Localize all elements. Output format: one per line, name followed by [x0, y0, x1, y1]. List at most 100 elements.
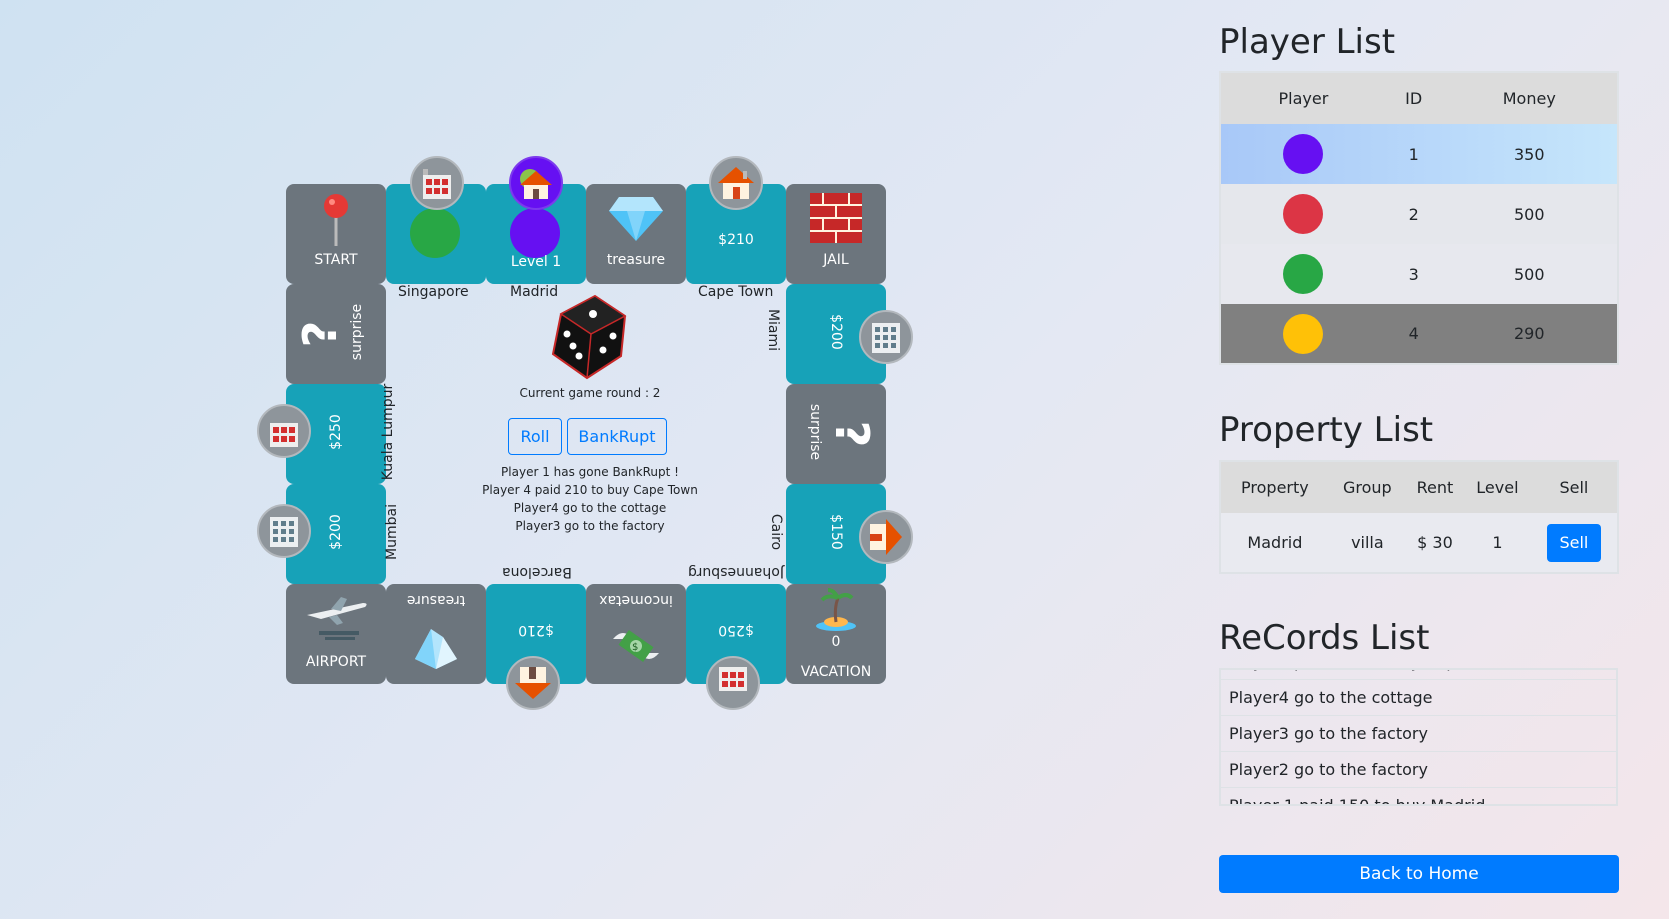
list-item: Player4 paid 210 to buy Cape Town: [1221, 670, 1616, 680]
property-name: Madrid: [1247, 533, 1303, 552]
tile-surprise-right[interactable]: surprise ?: [786, 384, 886, 484]
tile-kl-price: $250: [328, 414, 344, 450]
cottage-icon: [859, 510, 913, 564]
tile-madrid-level: Level 1: [510, 254, 562, 270]
tile-mumbai-price: $200: [328, 514, 344, 550]
tile-surprise-right-label: surprise: [807, 403, 823, 461]
player-id: 2: [1408, 204, 1419, 224]
tile-kuala-lumpur-name: Kuala Lumpur: [380, 383, 397, 481]
table-row: Madrid villa $ 30 1 Sell: [1220, 513, 1618, 573]
player-money: 500: [1513, 204, 1545, 224]
tile-treasure-top[interactable]: treasure: [586, 184, 686, 284]
col-header-id: ID: [1385, 72, 1442, 124]
table-row: 3 500: [1220, 244, 1618, 304]
roll-button[interactable]: Roll: [508, 418, 562, 455]
player-id: 4: [1408, 324, 1419, 343]
player-color-dot: [1283, 313, 1324, 354]
player-color-dot: [1283, 134, 1324, 174]
tile-barcelona-name: Barcelona: [502, 564, 572, 580]
tile-johannesburg-name: Johannesburg: [688, 564, 784, 580]
factory-icon: [257, 404, 311, 458]
cottage-icon: [709, 156, 763, 210]
tile-incometax[interactable]: incometax $: [586, 584, 686, 684]
table-row: 1 350: [1220, 124, 1618, 184]
property-list-title: Property List: [1219, 410, 1434, 450]
col-header-money: Money: [1441, 72, 1618, 124]
tile-mumbai-name: Mumbai: [383, 504, 400, 560]
iceberg-icon: [406, 620, 466, 672]
question-icon: ?: [825, 420, 879, 448]
tile-jail[interactable]: JAIL: [786, 184, 886, 284]
tile-treasure-bottom-label: treasure: [406, 592, 466, 608]
dice-icon[interactable]: [547, 290, 629, 384]
tile-treasure-bottom[interactable]: treasure: [386, 584, 486, 684]
table-row: 4 290: [1220, 304, 1618, 364]
tile-start-label: START: [314, 252, 358, 268]
tile-start[interactable]: START: [286, 184, 386, 284]
tile-cairo-name: Cairo: [768, 513, 785, 551]
table-row: 2 500: [1220, 184, 1618, 244]
col-header-group: Group: [1328, 461, 1406, 513]
tile-jail-label: JAIL: [823, 252, 849, 268]
game-round-label: Current game round : 2: [519, 386, 661, 400]
col-header-player: Player: [1220, 72, 1386, 124]
tile-surprise-left[interactable]: ? surprise: [286, 284, 386, 384]
villa-icon: [506, 656, 560, 710]
svg-text:$: $: [632, 642, 638, 653]
island-icon: [814, 588, 858, 632]
col-header-level: Level: [1463, 461, 1531, 513]
property-group: villa: [1351, 533, 1384, 552]
tile-miami-price: $200: [828, 314, 844, 350]
player-color-dot: [1283, 194, 1324, 234]
tile-vacation[interactable]: 0 VACATION: [786, 584, 886, 684]
list-item: Player2 go to the factory: [1221, 752, 1616, 788]
property-rent: $ 30: [1417, 533, 1453, 552]
tile-barcelona-price: $210: [518, 622, 554, 638]
tile-incometax-label: incometax: [599, 592, 673, 608]
player-money: 290: [1513, 324, 1545, 343]
records-list-title: ReCords List: [1219, 618, 1430, 658]
question-icon: ?: [293, 320, 347, 348]
col-header-rent: Rent: [1405, 461, 1464, 513]
player-1-token: [510, 208, 560, 258]
col-header-property: Property: [1220, 461, 1329, 513]
factory-icon: [410, 156, 464, 210]
tile-cape-price: $210: [718, 232, 754, 248]
tile-treasure-label: treasure: [606, 252, 666, 268]
list-item: Player3 go to the factory: [1221, 716, 1616, 752]
log-line: Player 1 has gone BankRupt !: [501, 465, 679, 479]
player-color-dot: [1283, 254, 1324, 294]
records-list[interactable]: Player4 paid 210 to buy Cape Town Player…: [1219, 668, 1618, 806]
property-table: Property Group Rent Level Sell Madrid vi…: [1219, 460, 1619, 574]
office-building-icon: [859, 310, 913, 364]
log-line: Player3 go to the factory: [515, 519, 665, 533]
sell-button[interactable]: Sell: [1546, 523, 1601, 562]
tile-miami-name: Miami: [765, 308, 782, 352]
tile-airport-label: AIRPORT: [305, 654, 367, 670]
tile-cairo-price: $150: [828, 514, 844, 550]
tile-cape-town-name: Cape Town: [698, 284, 774, 300]
list-item: Player 1 paid 150 to buy Madrid: [1221, 788, 1616, 804]
villa-icon: [509, 156, 563, 210]
tile-johannesburg-price: $250: [718, 622, 754, 638]
airplane-icon: [300, 592, 372, 644]
factory-icon: [706, 656, 760, 710]
player-money: 350: [1513, 144, 1545, 164]
player-id: 1: [1408, 144, 1419, 164]
property-level: 1: [1492, 533, 1503, 552]
player-table: Player ID Money 1 350 2 500 3 500 4 290: [1219, 71, 1619, 365]
tile-singapore-name: Singapore: [398, 284, 469, 300]
map-pin-icon: [319, 192, 353, 248]
tile-airport[interactable]: AIRPORT: [286, 584, 386, 684]
office-building-icon: [257, 504, 311, 558]
tile-vacation-value: 0: [831, 634, 841, 650]
log-line: Player 4 paid 210 to buy Cape Town: [482, 483, 698, 497]
bankrupt-button[interactable]: BankRupt: [567, 418, 667, 455]
back-to-home-button[interactable]: Back to Home: [1219, 855, 1619, 893]
tile-surprise-left-label: surprise: [349, 303, 365, 361]
list-item: Player4 go to the cottage: [1221, 680, 1616, 716]
col-header-sell: Sell: [1530, 461, 1618, 513]
tile-vacation-label: VACATION: [800, 664, 872, 680]
money-wings-icon: $: [608, 620, 664, 672]
player-id: 3: [1408, 264, 1419, 284]
